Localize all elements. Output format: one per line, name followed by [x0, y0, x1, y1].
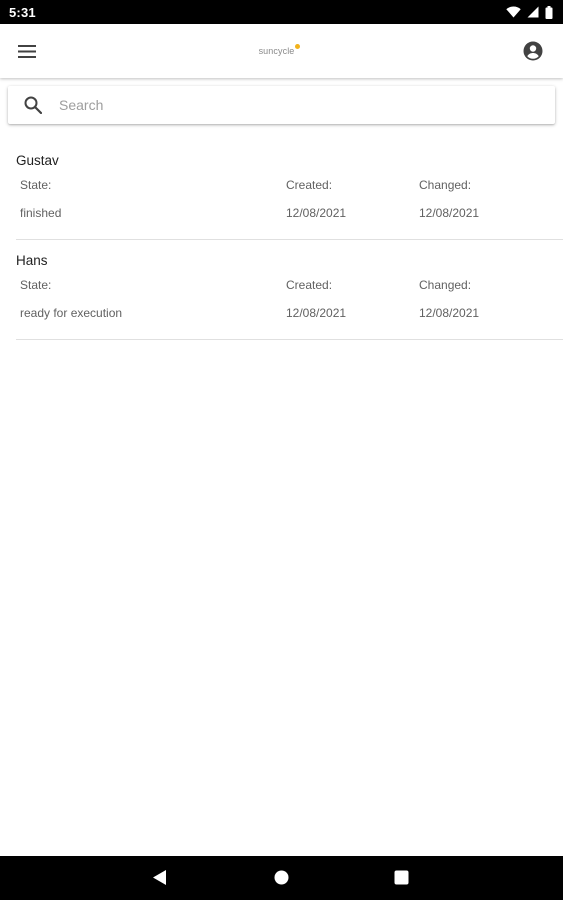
state-value: finished	[20, 206, 62, 220]
state-label: State:	[20, 278, 52, 292]
back-button[interactable]	[152, 869, 167, 886]
list-item[interactable]: Hans State: Created: Changed: ready for …	[16, 240, 563, 340]
item-name: Gustav	[16, 153, 59, 168]
back-icon	[153, 870, 166, 885]
status-bar: 5:31	[0, 0, 563, 24]
account-button[interactable]	[523, 41, 543, 61]
search-input[interactable]	[59, 97, 519, 113]
status-icons	[506, 5, 553, 19]
item-name: Hans	[16, 253, 48, 268]
changed-label: Changed:	[419, 278, 472, 292]
changed-label: Changed:	[419, 178, 472, 192]
battery-icon	[545, 5, 553, 19]
search-icon	[24, 96, 42, 114]
menu-button[interactable]	[18, 44, 36, 58]
account-circle-icon	[523, 41, 543, 61]
home-button[interactable]	[273, 869, 290, 886]
hamburger-menu-icon	[18, 44, 36, 58]
created-value: 12/08/2021	[286, 206, 347, 220]
status-time: 5:31	[9, 4, 36, 20]
home-icon	[274, 870, 289, 885]
wifi-icon	[506, 6, 521, 18]
logo-text: suncycle	[258, 46, 295, 56]
app-bar: suncycle	[0, 24, 563, 78]
system-nav-bar	[0, 856, 563, 900]
app-logo: suncycle	[258, 44, 301, 56]
state-label: State:	[20, 178, 52, 192]
logo-sun-icon	[295, 44, 301, 49]
search-bar	[8, 86, 555, 124]
signal-icon	[527, 6, 539, 18]
created-label: Created:	[286, 278, 333, 292]
created-label: Created:	[286, 178, 333, 192]
recents-icon	[394, 870, 409, 885]
changed-value: 12/08/2021	[419, 206, 480, 220]
changed-value: 12/08/2021	[419, 306, 480, 320]
list-item[interactable]: Gustav State: Created: Changed: finished…	[16, 140, 563, 240]
recents-button[interactable]	[393, 869, 410, 886]
state-value: ready for execution	[20, 306, 123, 320]
item-list: Gustav State: Created: Changed: finished…	[0, 140, 563, 340]
created-value: 12/08/2021	[286, 306, 347, 320]
